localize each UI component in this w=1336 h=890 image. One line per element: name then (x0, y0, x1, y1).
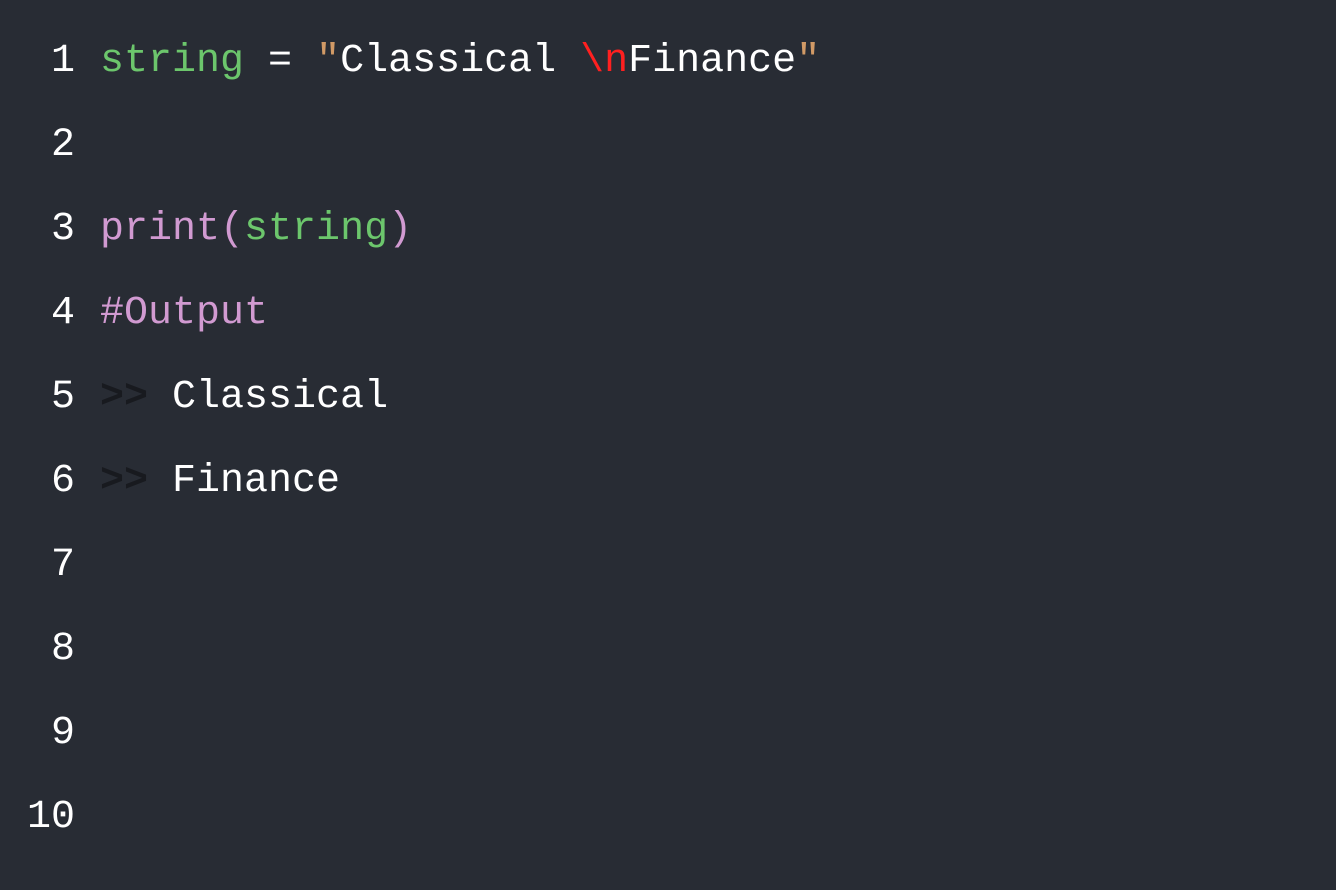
token-output: Classical (172, 375, 412, 420)
code-line[interactable]: >> Classical (100, 356, 1336, 440)
line-number: 3 (0, 188, 75, 272)
code-line[interactable]: print(string) (100, 188, 1336, 272)
line-number: 4 (0, 272, 75, 356)
token-operator: = (268, 39, 292, 84)
code-line[interactable]: string = "Classical \nFinance" (100, 20, 1336, 104)
token-argument: string (244, 207, 388, 252)
token-paren: ) (388, 207, 412, 252)
code-line[interactable] (100, 104, 1336, 188)
code-line[interactable]: #Output (100, 272, 1336, 356)
token-string: Finance (628, 39, 796, 84)
token-escape: \n (580, 39, 628, 84)
token-output: Finance (172, 459, 340, 504)
token-prompt: >> (100, 375, 148, 420)
token-space (244, 39, 268, 84)
line-number: 9 (0, 692, 75, 776)
token-prompt: >> (100, 459, 148, 504)
code-line[interactable] (100, 608, 1336, 692)
token-comment: #Output (100, 291, 268, 336)
line-number: 7 (0, 524, 75, 608)
token-space (148, 375, 172, 420)
token-string: Classical (340, 39, 580, 84)
code-line[interactable]: >> Finance (100, 440, 1336, 524)
line-number: 6 (0, 440, 75, 524)
line-number: 5 (0, 356, 75, 440)
line-number: 2 (0, 104, 75, 188)
token-paren: ( (220, 207, 244, 252)
line-number: 1 (0, 20, 75, 104)
token-space (292, 39, 316, 84)
code-line[interactable] (100, 524, 1336, 608)
line-number: 10 (0, 776, 75, 860)
line-number: 8 (0, 608, 75, 692)
code-line[interactable] (100, 692, 1336, 776)
token-space (148, 459, 172, 504)
code-area[interactable]: string = "Classical \nFinance" print(str… (100, 20, 1336, 870)
token-variable: string (100, 39, 244, 84)
token-function: print (100, 207, 220, 252)
token-quote: " (796, 39, 820, 84)
token-quote: " (316, 39, 340, 84)
code-line[interactable] (100, 776, 1336, 860)
line-number-gutter: 1 2 3 4 5 6 7 8 9 10 (0, 20, 100, 870)
code-editor[interactable]: 1 2 3 4 5 6 7 8 9 10 string = "Classical… (0, 20, 1336, 870)
